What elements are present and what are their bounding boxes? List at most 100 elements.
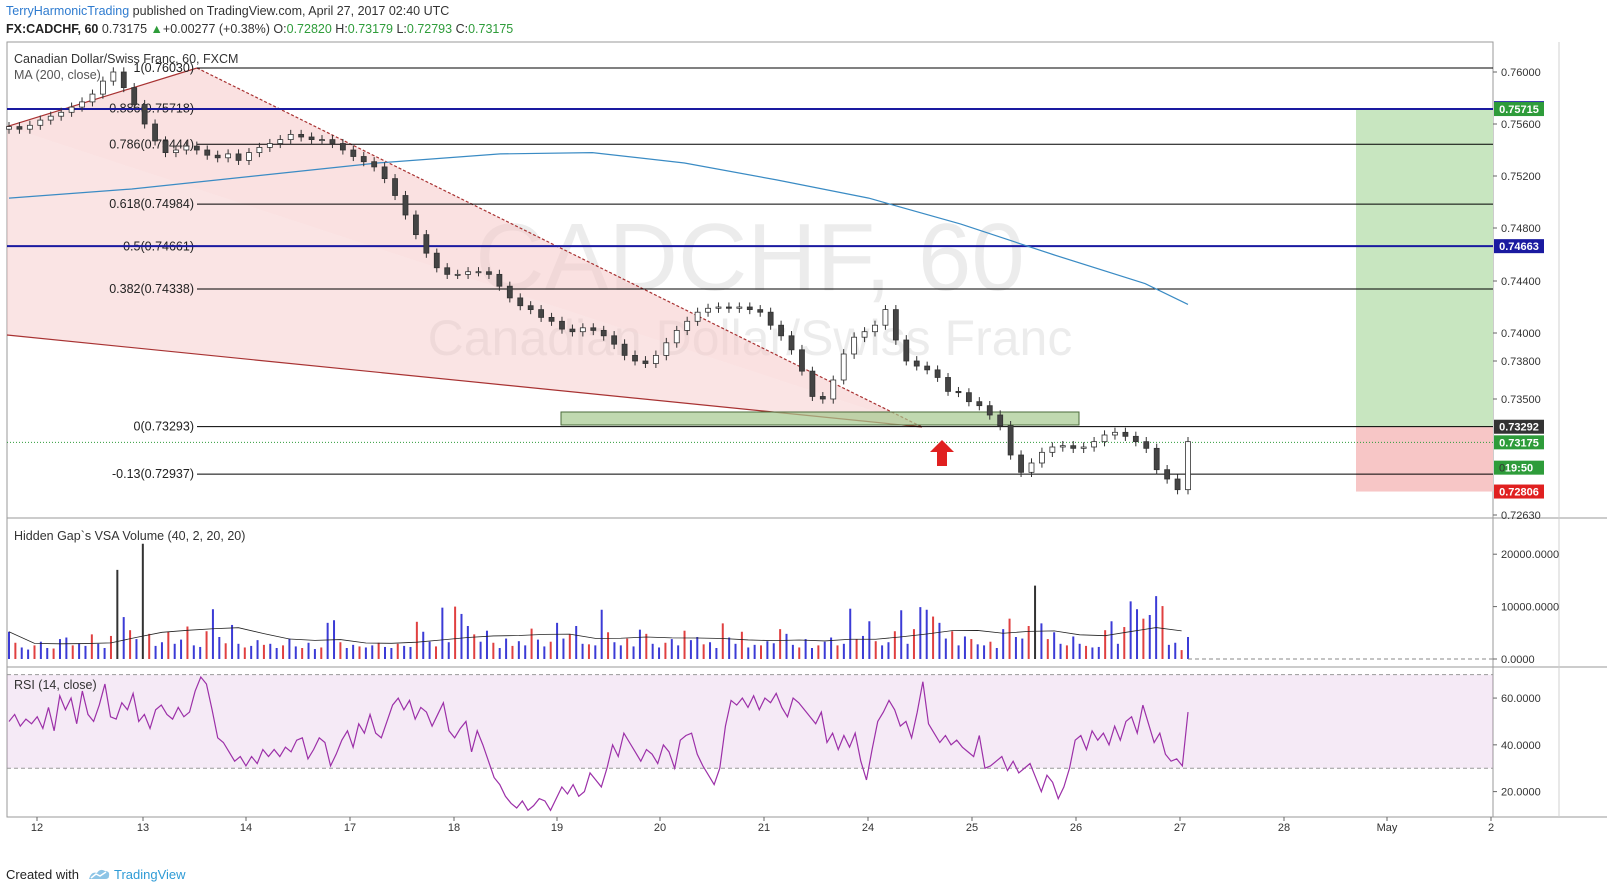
- candle-body: [308, 136, 315, 140]
- price-tick-label: 0.74400: [1501, 276, 1541, 288]
- candle-body: [465, 271, 471, 275]
- candle-body: [955, 390, 962, 394]
- candle-body: [611, 335, 618, 345]
- price-badge-label: 0.75715: [1499, 104, 1539, 116]
- candle-body: [350, 149, 357, 157]
- candle-body: [767, 311, 774, 326]
- rsi-tick-label: 60.0000: [1501, 693, 1541, 705]
- candle-body: [746, 306, 753, 310]
- candle-body: [965, 392, 972, 403]
- price-tick-label: 0.73500: [1501, 394, 1541, 406]
- candle-body: [68, 106, 75, 113]
- candle-body: [694, 311, 701, 322]
- candle-body: [652, 354, 659, 364]
- created-with-label: Created with: [6, 867, 79, 882]
- candle-body: [1091, 441, 1097, 448]
- countdown-axis-label: 0: [1499, 463, 1505, 475]
- candle-body: [986, 405, 993, 416]
- candle-body: [642, 360, 649, 364]
- candle-body: [454, 273, 461, 276]
- candle-body: [266, 143, 273, 148]
- price-badge-label: 0.73175: [1499, 437, 1539, 449]
- candle-body: [371, 161, 378, 168]
- candle-body: [1174, 478, 1181, 491]
- candle-body: [673, 329, 680, 344]
- candle-body: [830, 379, 837, 400]
- price-badge-label: 0.74663: [1499, 241, 1539, 253]
- candle-body: [37, 119, 44, 126]
- candle-body: [173, 149, 179, 153]
- candle-body: [903, 339, 910, 362]
- fib-level-label: 0.618(0.74984): [109, 197, 194, 211]
- candle-body: [1039, 451, 1045, 464]
- price-tick-label: 0.74800: [1501, 223, 1541, 235]
- candle-body: [360, 156, 367, 163]
- time-tick-label: 13: [137, 822, 149, 834]
- time-tick-label: 17: [344, 822, 356, 834]
- volume-tick-label: 10000.0000: [1501, 602, 1559, 614]
- candle-body: [120, 71, 127, 88]
- candle-body: [538, 309, 545, 318]
- candle-body: [736, 306, 743, 309]
- candle-body: [183, 145, 190, 151]
- tradingview-brand-link[interactable]: TradingView: [114, 867, 186, 882]
- candle-body: [298, 133, 305, 138]
- candle-body: [506, 285, 513, 299]
- candle-body: [100, 80, 106, 95]
- candle-body: [684, 320, 691, 331]
- candle-body: [892, 309, 899, 341]
- rsi-tick-label: 20.0000: [1501, 787, 1541, 799]
- fib-level-label: 0.786(0.75444): [109, 137, 194, 151]
- candle-body: [632, 354, 638, 362]
- candle-body: [329, 139, 336, 144]
- price-tick-label: 0.76000: [1501, 67, 1541, 79]
- price-tick-label: 0.75200: [1501, 171, 1541, 183]
- candle-body: [246, 152, 252, 161]
- price-tick-label: 0.74000: [1501, 328, 1541, 340]
- target-zone: [1356, 109, 1493, 427]
- candle-body: [475, 271, 482, 274]
- chart-canvas[interactable]: CADCHF, 60 Canadian Dollar/Swiss Franc 1…: [0, 0, 1607, 893]
- candle-body: [621, 343, 628, 356]
- price-badge-label: 0.72806: [1499, 487, 1539, 499]
- time-tick-label: 28: [1278, 822, 1290, 834]
- candle-body: [214, 154, 221, 159]
- rsi-pane[interactable]: 60.0000 40.0000 20.0000: [7, 674, 1541, 812]
- candle-body: [913, 360, 920, 367]
- candle-body: [58, 111, 65, 117]
- time-tick-label: 24: [862, 822, 874, 834]
- time-tick-label: 27: [1174, 822, 1186, 834]
- price-pane-title: Canadian Dollar/Swiss Franc, 60, FXCM: [14, 52, 238, 66]
- candle-body: [705, 307, 711, 313]
- volume-pane[interactable]: 20000.0000 10000.0000 0.0000: [8, 543, 1559, 666]
- fib-level-label: -0.13(0.72937): [112, 467, 194, 481]
- candle-body: [1018, 454, 1024, 473]
- rsi-pane-title: RSI (14, close): [14, 678, 97, 692]
- candle-body: [1101, 434, 1108, 443]
- candle-body: [444, 267, 451, 275]
- candle-body: [79, 101, 85, 108]
- candle-body: [1112, 431, 1118, 436]
- candle-body: [141, 104, 148, 125]
- candle-body: [433, 252, 440, 269]
- candle-body: [392, 178, 398, 196]
- candle-body: [788, 335, 795, 351]
- candle-body: [1122, 431, 1129, 437]
- candle-body: [663, 342, 670, 356]
- volume-tick-label: 0.0000: [1501, 654, 1535, 666]
- time-axis[interactable]: 12 13 14 17 18 19 20 21 24 25 26 27 28 May 2: [31, 817, 1494, 834]
- time-tick-label: May: [1377, 822, 1398, 834]
- price-badge-label: 19:50: [1505, 463, 1533, 475]
- candle-body: [277, 139, 284, 144]
- fib-level-label: 0.382(0.74338): [109, 282, 194, 296]
- candle-body: [851, 336, 858, 355]
- candle-body: [204, 149, 211, 156]
- candle-body: [548, 316, 555, 322]
- candle-body: [131, 87, 138, 105]
- candle-body: [47, 115, 54, 121]
- time-tick-label: 19: [551, 822, 563, 834]
- price-tick-label: 0.73800: [1501, 356, 1541, 368]
- time-tick-label: 12: [31, 822, 43, 834]
- candle-body: [579, 327, 586, 333]
- candle-body: [26, 124, 33, 130]
